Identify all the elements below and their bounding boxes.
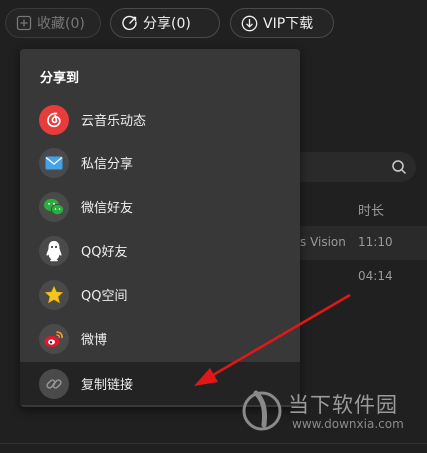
watermark-url: www.downxia.com xyxy=(292,417,404,431)
downxia-logo-icon xyxy=(242,390,282,431)
watermark-name: 当下软件园 xyxy=(288,393,398,417)
watermark: 当下软件园 www.downxia.com xyxy=(240,385,420,445)
